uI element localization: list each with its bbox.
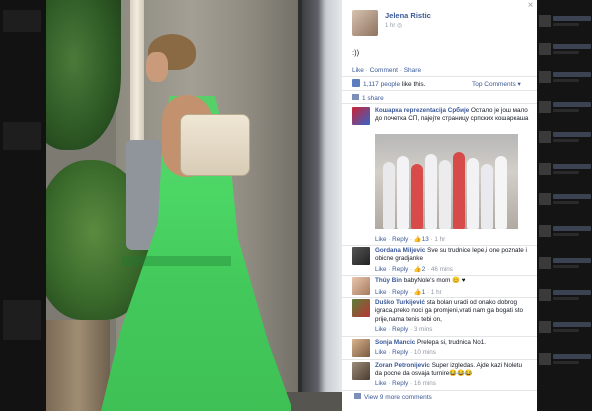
- commenter-avatar[interactable]: [352, 247, 370, 265]
- divider: [342, 90, 537, 91]
- comment-link[interactable]: Comment: [370, 67, 398, 74]
- comment-meta: Like · Reply · 3 mins: [375, 326, 433, 333]
- commenter-avatar[interactable]: [352, 339, 370, 357]
- commenter-name[interactable]: Gordana Miljevic: [375, 247, 425, 254]
- comment-icon: [354, 393, 361, 399]
- comment-text: babyNole's mom 😊 ♥: [403, 277, 466, 284]
- commenter-name[interactable]: Sonja Mancic: [375, 339, 415, 346]
- comment-like-link[interactable]: Like: [375, 266, 387, 273]
- comment-like-link[interactable]: Like: [375, 380, 387, 387]
- view-more-comments-link[interactable]: View 9 more comments: [354, 393, 432, 401]
- divider: [342, 336, 537, 337]
- commenter-name[interactable]: Duško Turkijević: [375, 299, 425, 306]
- globe-icon: ◎: [397, 23, 403, 29]
- background-chat-sidebar: [537, 0, 592, 411]
- comment-meta: Like · Reply · 👍2 · 46 mins: [375, 266, 453, 273]
- divider: [342, 297, 537, 298]
- commenter-avatar[interactable]: [352, 362, 370, 380]
- background-page-left: [0, 0, 46, 411]
- commenter-avatar[interactable]: [352, 277, 370, 295]
- commenter-avatar[interactable]: [352, 299, 370, 317]
- comment-reply-link[interactable]: Reply: [392, 326, 408, 333]
- thumbs-up-icon: 👍: [413, 266, 422, 273]
- post-caption: :)): [352, 48, 360, 57]
- main-photo[interactable]: [46, 0, 342, 411]
- commenter-name[interactable]: Кошарка reprezentacija Србије: [375, 107, 469, 114]
- comment-item: Gordana Miljevic Sve su trudnice lepe,i …: [352, 247, 532, 275]
- commenter-avatar[interactable]: [352, 107, 370, 125]
- divider: [342, 275, 537, 276]
- comment-reply-link[interactable]: Reply: [392, 289, 408, 296]
- post-time: 1 hr ◎: [385, 23, 403, 29]
- photo-viewer: Jelena Ristic 1 hr ◎ :)) Like · Comment …: [0, 0, 592, 411]
- comment-like-link[interactable]: Like: [375, 236, 387, 243]
- comment-item: Duško Turkijević sta bolan uradi od onak…: [352, 299, 532, 337]
- comment-photo-team[interactable]: [375, 134, 518, 229]
- comment-meta: Like · Reply · 👍1 · 1 hr: [375, 289, 442, 296]
- divider: [342, 103, 537, 104]
- comment-text: Prelepa si, trudnica No1.: [417, 339, 486, 346]
- post-actions: Like · Comment · Share: [352, 67, 422, 74]
- commenter-name[interactable]: Thủy Bin: [375, 277, 402, 284]
- comment-item: Sonja Mancic Prelepa si, trudnica No1. L…: [352, 339, 532, 359]
- comment-item: Zoran Petronijevic Super izgledas. Ajde …: [352, 362, 532, 390]
- author-avatar[interactable]: [352, 10, 378, 36]
- divider: [342, 76, 537, 77]
- author-name[interactable]: Jelena Ristic: [385, 11, 431, 20]
- likes-summary: 1,117 people like this.: [352, 79, 425, 88]
- share-icon: [352, 94, 359, 100]
- comment-reply-link[interactable]: Reply: [392, 380, 408, 387]
- comment-like-link[interactable]: Like: [375, 349, 387, 356]
- divider: [342, 359, 537, 360]
- divider: [342, 390, 537, 391]
- divider: [342, 245, 537, 246]
- comment-item: Thủy Bin babyNole's mom 😊 ♥ Like · Reply…: [352, 277, 532, 299]
- comment-reply-link[interactable]: Reply: [392, 349, 408, 356]
- commenter-name[interactable]: Zoran Petronijevic: [375, 362, 430, 369]
- comment-meta: Like · Reply · 10 mins: [375, 349, 436, 356]
- comment-reply-link[interactable]: Reply: [392, 236, 408, 243]
- thumbs-up-icon: [352, 79, 360, 87]
- comment-meta: Like · Reply · 👍13 · 1 hr: [375, 236, 446, 243]
- comment-meta: Like · Reply · 16 mins: [375, 380, 436, 387]
- like-link[interactable]: Like: [352, 67, 364, 74]
- comment-panel: Jelena Ristic 1 hr ◎ :)) Like · Comment …: [342, 0, 537, 411]
- likes-count-link[interactable]: 1,117 people: [363, 81, 400, 88]
- thumbs-up-icon: 👍: [413, 236, 422, 243]
- comment-like-link[interactable]: Like: [375, 326, 387, 333]
- share-link[interactable]: Share: [404, 67, 421, 74]
- thumbs-up-icon: 👍: [413, 289, 422, 296]
- shares-link[interactable]: 1 share: [352, 94, 384, 102]
- comment-like-link[interactable]: Like: [375, 289, 387, 296]
- comment-reply-link[interactable]: Reply: [392, 266, 408, 273]
- close-icon[interactable]: ×: [524, 0, 537, 12]
- top-comments-dropdown[interactable]: Top Comments ▾: [472, 80, 521, 88]
